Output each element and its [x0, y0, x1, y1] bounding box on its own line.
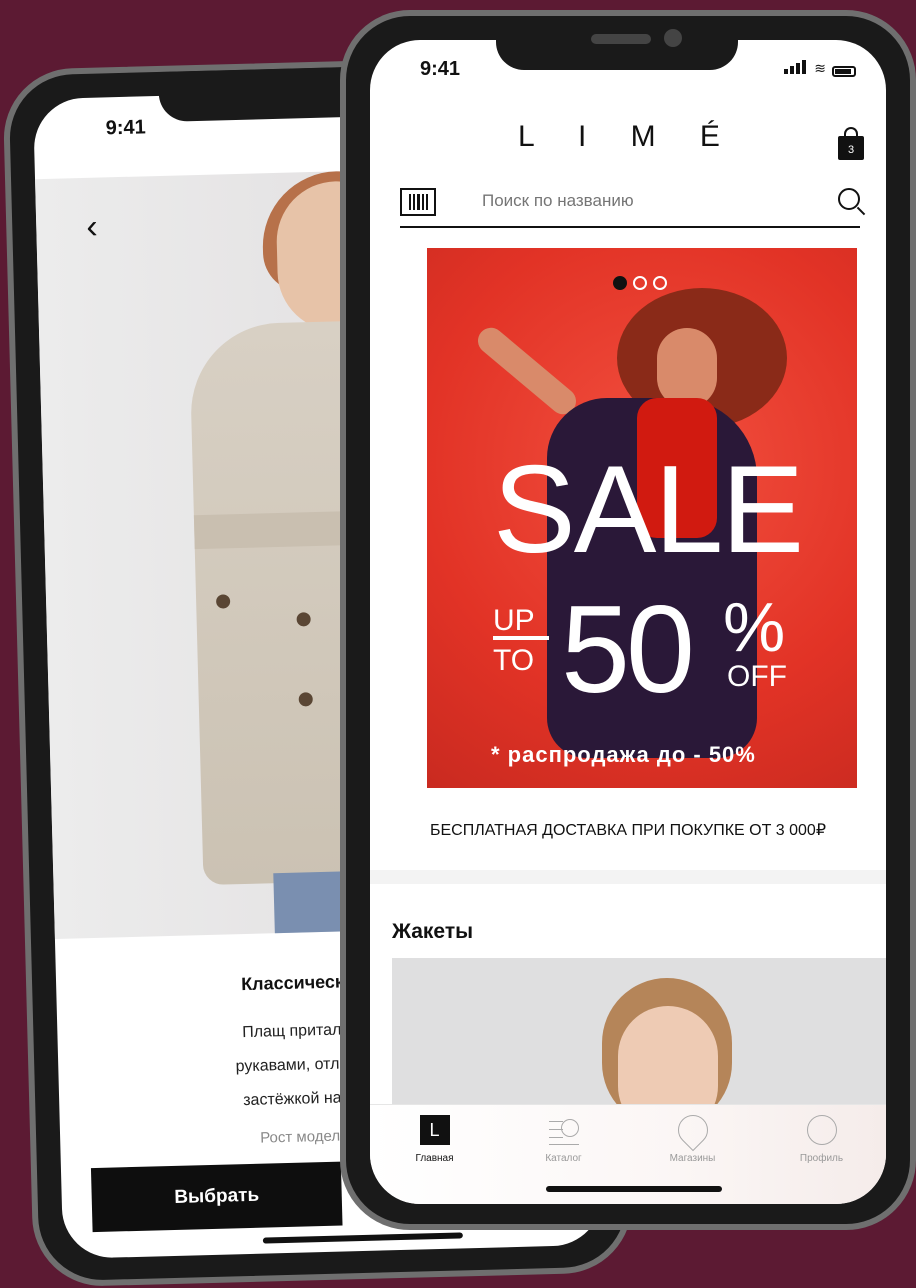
home-indicator: [262, 1232, 463, 1244]
speaker-icon: [591, 34, 651, 44]
store-icon: [671, 1108, 714, 1152]
discount-value: 50: [561, 581, 695, 719]
camera-icon: [664, 29, 682, 47]
profile-icon: [806, 1115, 837, 1145]
status-time: 9:41: [420, 58, 461, 80]
home-screen: 9:41 ≋ L I M É 3 SALE: [370, 40, 886, 1204]
wifi-icon: ≋: [814, 60, 826, 76]
sale-banner[interactable]: SALE UP TO 50 % OFF * распродажа до - 50…: [427, 248, 857, 788]
carousel-dot[interactable]: [633, 276, 647, 290]
select-button[interactable]: Выбрать: [90, 1161, 343, 1233]
carousel-dot[interactable]: [653, 276, 667, 290]
up-to-text: UP TO: [493, 604, 535, 677]
barcode-icon[interactable]: [400, 188, 436, 216]
divider: [370, 870, 886, 884]
battery-icon: [832, 66, 856, 77]
off-text: OFF: [727, 660, 787, 693]
model-height-text: Рост модели: [259, 1127, 349, 1147]
status-time: 9:41: [105, 116, 147, 140]
section-title[interactable]: Жакеты: [392, 920, 473, 944]
brand-logo[interactable]: L I M É: [370, 120, 886, 154]
carousel-dots[interactable]: [613, 276, 667, 290]
front-phone: 9:41 ≋ L I M É 3 SALE: [340, 10, 916, 1230]
catalog-icon: [548, 1115, 579, 1145]
home-indicator: [546, 1186, 722, 1192]
shopping-bag-icon[interactable]: 3: [838, 127, 864, 160]
search-input[interactable]: [480, 190, 804, 212]
percent-sign: %: [723, 588, 786, 666]
home-icon: L: [419, 1115, 450, 1145]
search-icon[interactable]: [838, 188, 860, 210]
tab-home[interactable]: L Главная: [370, 1105, 499, 1204]
cart-count: 3: [847, 144, 855, 156]
sale-note: * распродажа до - 50%: [491, 742, 756, 767]
carousel-dot-active[interactable]: [613, 276, 627, 290]
sale-headline: SALE: [493, 441, 804, 579]
tab-profile[interactable]: Профиль: [757, 1105, 886, 1204]
back-chevron-icon[interactable]: ‹: [86, 208, 98, 247]
search-bar: [400, 182, 860, 228]
signal-icon: [784, 60, 808, 77]
free-delivery-text: БЕСПЛАТНАЯ ДОСТАВКА ПРИ ПОКУПКЕ ОТ 3 000…: [429, 822, 827, 839]
product-title: Классическ: [240, 971, 345, 995]
status-icons: ≋: [784, 60, 856, 77]
